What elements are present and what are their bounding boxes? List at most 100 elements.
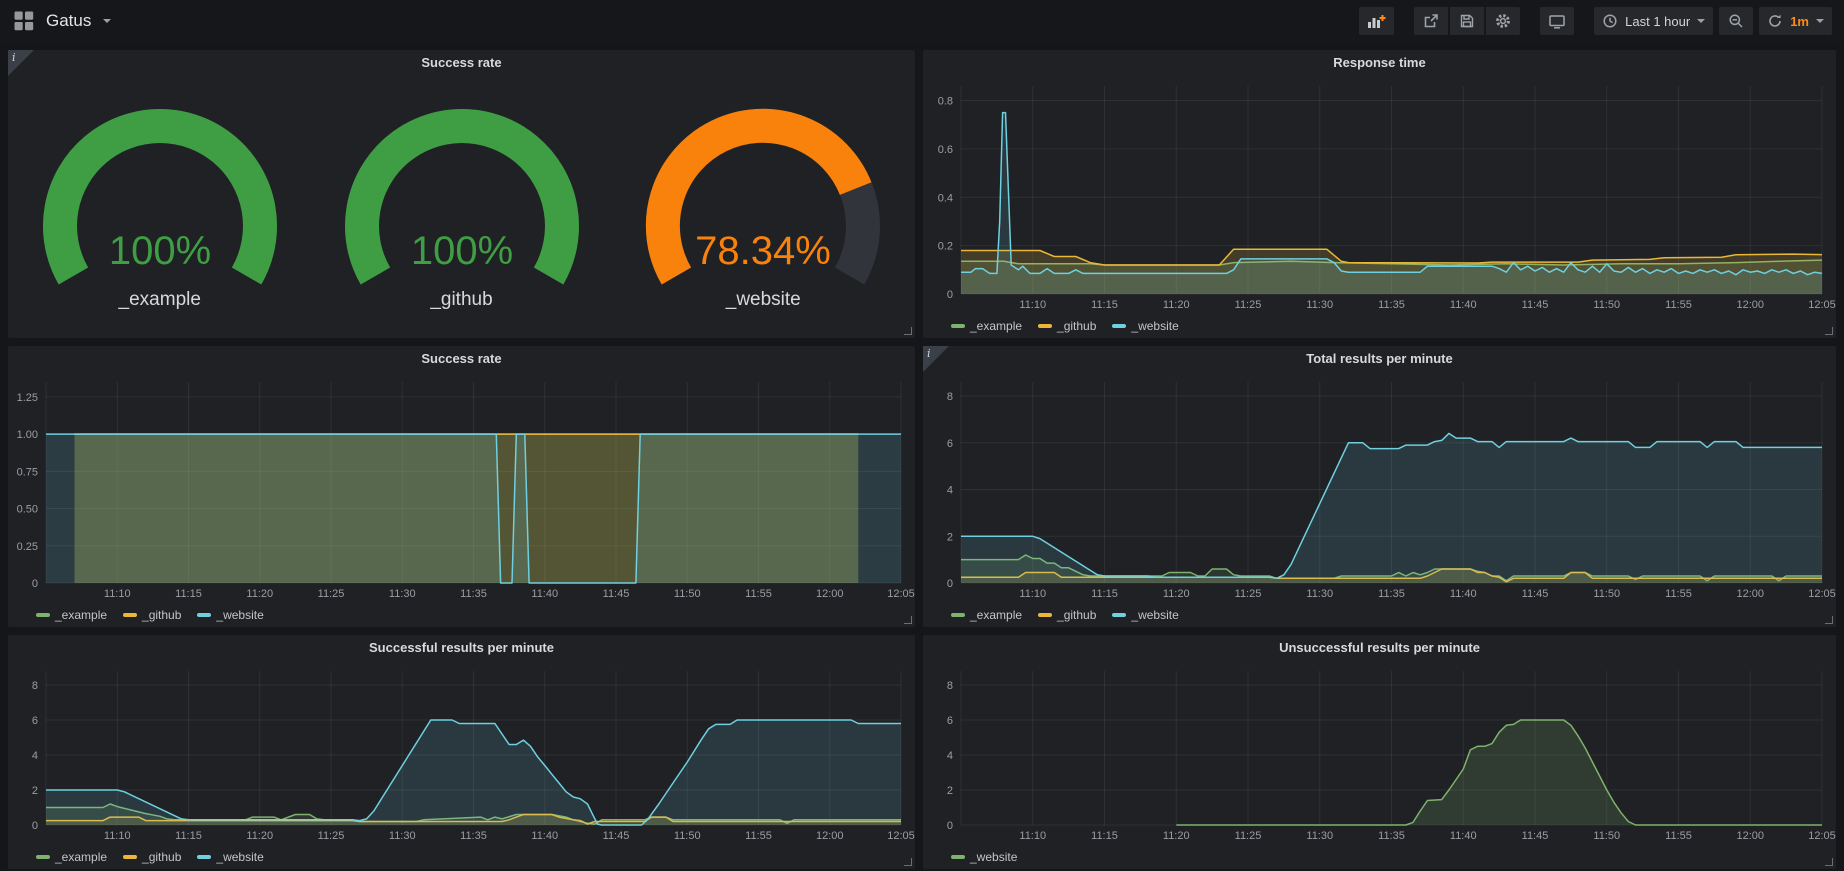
- legend-label: _website: [1131, 608, 1178, 622]
- gauge-arc: 78.34%: [613, 96, 913, 286]
- x-tick-label: 11:50: [1593, 830, 1620, 842]
- legend-label: _website: [216, 608, 263, 622]
- x-tick-label: 11:20: [246, 830, 273, 842]
- y-tick-label: 4: [32, 750, 38, 762]
- dashboard-title[interactable]: Gatus: [46, 11, 91, 31]
- legend-item-_github[interactable]: _github: [1038, 608, 1096, 622]
- add-panel-icon: [1367, 13, 1386, 29]
- refresh-button[interactable]: 1m: [1759, 7, 1832, 35]
- gauge-_github: 100%_github: [312, 96, 612, 311]
- success-rate-chart[interactable]: 11:1011:1511:2011:2511:3011:3511:4011:45…: [8, 372, 915, 603]
- x-tick-label: 11:25: [1235, 299, 1262, 311]
- legend-label: _example: [55, 608, 107, 622]
- series-area-_website: [46, 434, 901, 583]
- legend-item-_website[interactable]: _website: [951, 850, 1017, 864]
- legend-item-_example[interactable]: _example: [951, 608, 1022, 622]
- x-tick-label: 11:45: [603, 588, 630, 600]
- legend-swatch: [197, 855, 211, 859]
- legend-item-_example[interactable]: _example: [951, 319, 1022, 333]
- panel-title[interactable]: Success rate: [8, 50, 915, 76]
- x-tick-label: 11:35: [1378, 299, 1405, 311]
- dashboards-grid-icon[interactable]: [14, 11, 34, 31]
- panel-title[interactable]: Unsuccessful results per minute: [923, 635, 1836, 661]
- legend-item-_website[interactable]: _website: [1112, 319, 1178, 333]
- info-corner-icon[interactable]: i: [923, 346, 949, 372]
- legend-label: _example: [970, 319, 1022, 333]
- x-tick-label: 11:40: [1450, 588, 1477, 600]
- y-tick-label: 0.50: [17, 504, 38, 516]
- legend-item-_github[interactable]: _github: [1038, 319, 1096, 333]
- gauge-arc: 100%: [10, 96, 310, 286]
- panel-title[interactable]: Successful results per minute: [8, 635, 915, 661]
- legend: _website: [923, 845, 1836, 869]
- legend-item-_website[interactable]: _website: [197, 850, 263, 864]
- legend-item-_github[interactable]: _github: [123, 608, 181, 622]
- gauge-arc: 100%: [312, 96, 612, 286]
- panel-resize-handle[interactable]: [904, 327, 912, 335]
- panel-resize-handle[interactable]: [1825, 327, 1833, 335]
- panel-title[interactable]: Total results per minute: [923, 346, 1836, 372]
- legend-label: _website: [216, 850, 263, 864]
- legend-swatch: [1112, 324, 1126, 328]
- gauge-_example: 100% _example: [10, 96, 310, 311]
- save-button[interactable]: [1450, 7, 1484, 35]
- zoom-out-button[interactable]: [1719, 7, 1753, 35]
- gauge-value: 78.34%: [695, 229, 831, 273]
- legend-item-_example[interactable]: _example: [36, 850, 107, 864]
- y-tick-label: 0.75: [17, 466, 38, 478]
- panel-resize-handle[interactable]: [904, 616, 912, 624]
- x-tick-label: 12:00: [816, 588, 844, 600]
- legend-swatch: [123, 855, 137, 859]
- x-tick-label: 11:50: [674, 588, 701, 600]
- panel-resize-handle[interactable]: [1825, 858, 1833, 866]
- dashboard-actions-group: [1414, 7, 1520, 35]
- settings-button[interactable]: [1486, 7, 1520, 35]
- legend-item-_website[interactable]: _website: [1112, 608, 1178, 622]
- info-corner-icon[interactable]: i: [8, 50, 34, 76]
- panel-resize-handle[interactable]: [904, 858, 912, 866]
- add-panel-button[interactable]: [1359, 7, 1394, 35]
- y-tick-label: 0.2: [938, 241, 953, 253]
- legend-label: _github: [142, 850, 181, 864]
- y-tick-label: 1.00: [17, 429, 38, 441]
- successful-results-chart[interactable]: 11:1011:1511:2011:2511:3011:3511:4011:45…: [8, 661, 915, 845]
- clock-icon: [1602, 13, 1618, 29]
- unsuccessful-results-chart[interactable]: 11:1011:1511:2011:2511:3011:3511:4011:45…: [923, 661, 1836, 845]
- time-range-button[interactable]: Last 1 hour: [1594, 7, 1713, 35]
- refresh-interval-label: 1m: [1790, 14, 1809, 29]
- x-tick-label: 11:10: [104, 588, 131, 600]
- legend-item-_website[interactable]: _website: [197, 608, 263, 622]
- x-tick-label: 11:30: [1306, 299, 1333, 311]
- panel-success-rate-graph: Success rate 11:1011:1511:2011:2511:3011…: [8, 346, 915, 627]
- gauge-label: _example: [10, 289, 310, 311]
- panel-total-results: i Total results per minute 11:1011:1511:…: [923, 346, 1836, 627]
- share-button[interactable]: [1414, 7, 1448, 35]
- panel-title[interactable]: Success rate: [8, 346, 915, 372]
- x-tick-label: 11:20: [1163, 830, 1190, 842]
- nav-toolbar: Last 1 hour 1m: [1359, 7, 1844, 35]
- y-tick-label: 0: [32, 578, 38, 590]
- x-tick-label: 12:05: [887, 588, 915, 600]
- legend-swatch: [197, 613, 211, 617]
- series-area-_website: [1176, 720, 1822, 825]
- x-tick-label: 11:35: [460, 588, 487, 600]
- time-range-caret-icon: [1697, 19, 1705, 23]
- gear-icon: [1495, 13, 1511, 29]
- panel-resize-handle[interactable]: [1825, 616, 1833, 624]
- gauge-value: 100%: [109, 229, 211, 273]
- gauge-value: 100%: [410, 229, 512, 273]
- response-time-chart[interactable]: 11:1011:1511:2011:2511:3011:3511:4011:45…: [923, 76, 1836, 314]
- panel-title[interactable]: Response time: [923, 50, 1836, 76]
- y-tick-label: 0: [32, 820, 38, 832]
- tv-mode-button[interactable]: [1540, 7, 1574, 35]
- refresh-caret-icon: [1816, 19, 1824, 23]
- x-tick-label: 11:50: [674, 830, 701, 842]
- legend-item-_github[interactable]: _github: [123, 850, 181, 864]
- y-tick-label: 8: [947, 391, 953, 403]
- y-tick-label: 8: [32, 680, 38, 692]
- y-tick-label: 4: [947, 750, 953, 762]
- legend-item-_example[interactable]: _example: [36, 608, 107, 622]
- x-tick-label: 11:35: [1378, 830, 1405, 842]
- x-tick-label: 11:20: [1163, 299, 1190, 311]
- total-results-chart[interactable]: 11:1011:1511:2011:2511:3011:3511:4011:45…: [923, 372, 1836, 603]
